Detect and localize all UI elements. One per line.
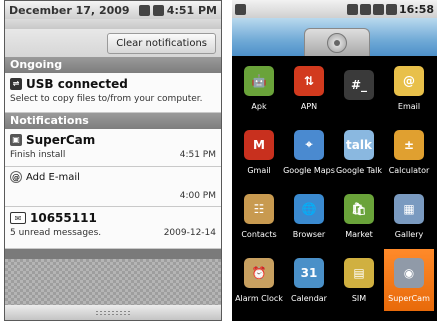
shade-background <box>5 259 221 307</box>
sim-status-icon <box>346 3 358 15</box>
alarm-status-icon <box>385 3 397 15</box>
app-contacts[interactable]: ☷ Contacts <box>234 185 284 247</box>
app-label: SIM <box>351 293 367 303</box>
message-subtitle: 5 unread messages. <box>10 228 102 238</box>
usb-icon: ⇌ <box>10 78 22 90</box>
app-label: Gmail <box>247 165 271 175</box>
app-label: Market <box>345 229 373 239</box>
app-drawer-tray[interactable] <box>304 28 370 56</box>
app-calendar[interactable]: 31 Calendar <box>284 249 334 311</box>
email-notification[interactable]: @ Add E-mail 4:00 PM <box>5 167 221 207</box>
message-icon: ✉ <box>10 212 26 224</box>
app-supercam[interactable]: ◉ SuperCam <box>384 249 434 311</box>
app-label: Google Talk <box>335 165 383 175</box>
app-label: Email <box>397 101 421 111</box>
message-title: 10655111 <box>30 211 97 225</box>
usb-status-icon <box>235 3 246 15</box>
app-terminal[interactable]: #_ <box>334 57 384 119</box>
app-label: APN <box>300 101 318 111</box>
app-google-maps[interactable]: ⌖ Google Maps <box>283 121 335 183</box>
app-label: Apk <box>251 101 267 111</box>
grip-icon <box>95 309 131 316</box>
status-sub-strip <box>5 19 221 29</box>
signal-icon <box>138 4 150 16</box>
apn-icon: ⇅ <box>294 65 324 96</box>
calculator-icon: ± <box>394 129 424 160</box>
terminal-icon: #_ <box>344 70 374 100</box>
app-gallery[interactable]: ▦ Gallery <box>384 185 434 247</box>
status-date: December 17, 2009 <box>9 3 130 17</box>
app-label: Browser <box>292 229 326 239</box>
battery-icon <box>152 4 164 16</box>
email-time: 4:00 PM <box>179 191 216 201</box>
android-icon: 🤖 <box>244 65 274 96</box>
app-market[interactable]: 🛍 Market <box>334 185 384 247</box>
status-time: 4:51 PM <box>166 3 217 17</box>
left-status-bar: December 17, 2009 4:51 PM <box>5 1 221 19</box>
notifications-header: Notifications <box>5 113 221 129</box>
app-alarm-clock[interactable]: ⏰ Alarm Clock <box>234 249 284 311</box>
drawer-handle-icon <box>327 32 347 53</box>
supercam-time: 4:51 PM <box>179 150 216 160</box>
clear-notifications-button[interactable]: Clear notifications <box>107 32 216 54</box>
usb-title: USB connected <box>26 77 128 91</box>
usb-subtitle: Select to copy files to/from your comput… <box>10 94 203 104</box>
right-status-bar: 16:58 <box>232 0 437 18</box>
camera-icon: ▣ <box>10 134 22 146</box>
app-label: Google Maps <box>283 165 335 175</box>
ongoing-header: Ongoing <box>5 57 221 73</box>
market-icon: 🛍 <box>344 193 374 224</box>
app-sim[interactable]: ▤ SIM <box>334 249 384 311</box>
browser-icon: 🌐 <box>294 193 324 224</box>
shade-drag-handle[interactable] <box>5 305 221 320</box>
notification-shade: December 17, 2009 4:51 PM Clear notifica… <box>4 0 222 321</box>
app-label: Alarm Clock <box>235 293 283 303</box>
email-title: Add E-mail <box>26 171 80 183</box>
gallery-icon: ▦ <box>394 193 424 224</box>
app-grid: 🤖 Apk ⇅ APN #_ @ Email M Gmail ⌖ Google Maps talk Go… <box>234 57 437 311</box>
app-apk[interactable]: 🤖 Apk <box>234 57 284 119</box>
camera-icon: ◉ <box>394 257 424 288</box>
app-label: Calendar <box>291 293 327 303</box>
app-apn[interactable]: ⇅ APN <box>284 57 334 119</box>
maps-icon: ⌖ <box>294 129 324 160</box>
app-label: Gallery <box>394 229 424 239</box>
calendar-icon: 31 <box>294 257 324 288</box>
message-notification[interactable]: ✉ 10655111 5 unread messages. 2009-12-14 <box>5 207 221 249</box>
alarm-clock-icon: ⏰ <box>244 257 274 288</box>
talk-icon: talk <box>344 129 374 160</box>
app-google-talk[interactable]: talk Google Talk <box>334 121 384 183</box>
at-icon: @ <box>10 171 22 183</box>
contacts-icon: ☷ <box>244 193 274 224</box>
message-date: 2009-12-14 <box>163 228 216 238</box>
sim-icon: ▤ <box>344 257 374 288</box>
app-label: SuperCam <box>388 293 430 303</box>
app-launcher: 16:58 🤖 Apk ⇅ APN #_ @ Email M Gmail ⌖ Google Maps… <box>232 0 437 321</box>
battery-icon <box>372 3 384 15</box>
supercam-notification[interactable]: ▣ SuperCam Finish install 4:51 PM <box>5 129 221 167</box>
usb-notification[interactable]: ⇌ USB connected Select to copy files to/… <box>5 73 221 113</box>
app-email[interactable]: @ Email <box>384 57 434 119</box>
app-gmail[interactable]: M Gmail <box>234 121 284 183</box>
signal-icon <box>359 3 371 15</box>
status-time: 16:58 <box>398 2 434 16</box>
app-calculator[interactable]: ± Calculator <box>384 121 434 183</box>
email-icon: @ <box>394 65 424 96</box>
app-label: Contacts <box>241 229 277 239</box>
supercam-subtitle: Finish install <box>10 150 66 160</box>
wallpaper <box>232 18 437 56</box>
supercam-title: SuperCam <box>26 133 96 147</box>
gmail-icon: M <box>244 129 274 160</box>
app-label: Calculator <box>388 165 430 175</box>
app-browser[interactable]: 🌐 Browser <box>284 185 334 247</box>
